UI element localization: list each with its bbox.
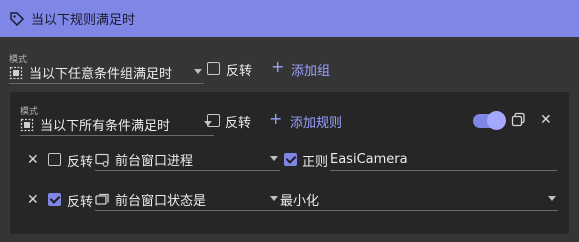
copy-icon[interactable] (511, 112, 526, 131)
tag-icon (9, 11, 25, 27)
remove-rule-close-icon[interactable]: ✕ (27, 193, 39, 207)
outer-invert-checkbox[interactable] (207, 62, 220, 75)
group-enabled-toggle[interactable] (473, 111, 506, 130)
rule2-state-value: 最小化 (280, 194, 320, 209)
group-mode-value: 当以下所有条件满足时 (40, 119, 171, 134)
chevron-down-icon (270, 156, 278, 161)
chevron-down-icon (194, 69, 202, 74)
outer-mode-value: 当以下任意条件组满足时 (29, 67, 173, 82)
rule1-regex-checkbox[interactable] (284, 153, 297, 166)
add-rule-button[interactable]: 添加规则 (290, 112, 342, 131)
dotted-square-icon (20, 118, 34, 132)
rule1-type-select[interactable]: 前台窗口进程 (95, 149, 280, 171)
group-invert-label: 反转 (225, 116, 252, 131)
rule2-type-select[interactable]: 前台窗口状态是 (95, 189, 280, 211)
rule1-regex-label: 正则 (302, 155, 329, 170)
outer-invert-label: 反转 (226, 64, 253, 79)
rule1-invert-checkbox[interactable] (48, 153, 61, 166)
condition-group-panel: 模式 当以下所有条件满足时 反转 + 添加规则 ✕ ✕ 反转 前台窗口进程 正则… (10, 92, 569, 234)
rule-header: 当以下规则满足时 (0, 0, 579, 37)
delete-group-close-icon[interactable]: ✕ (540, 113, 552, 127)
toggle-knob (487, 111, 506, 130)
rule1-type-value: 前台窗口进程 (115, 154, 194, 169)
group-invert-checkbox[interactable] (207, 114, 220, 127)
rule2-invert-checkbox[interactable] (48, 193, 61, 206)
add-group-button[interactable]: 添加组 (291, 60, 330, 79)
chevron-down-icon (270, 196, 278, 201)
rule2-type-value: 前台窗口状态是 (115, 194, 207, 209)
rule1-invert-label: 反转 (67, 155, 94, 170)
add-rule-plus-icon[interactable]: + (269, 111, 282, 127)
window-process-icon (95, 153, 109, 167)
rule2-state-select[interactable]: 最小化 (280, 189, 558, 211)
dotted-square-icon (9, 66, 23, 80)
rule1-value-text: EasiCamera (330, 152, 408, 167)
remove-rule-close-icon[interactable]: ✕ (27, 153, 39, 167)
outer-mode-select[interactable]: 当以下任意条件组满足时 (9, 62, 204, 84)
group-mode-select[interactable]: 当以下所有条件满足时 (20, 114, 214, 136)
add-group-plus-icon[interactable]: + (271, 59, 284, 75)
rule-header-title: 当以下规则满足时 (31, 13, 136, 28)
rule1-value-input[interactable]: EasiCamera (330, 149, 557, 171)
chevron-down-icon (548, 196, 556, 201)
rule2-invert-label: 反转 (67, 195, 94, 210)
window-state-icon (95, 193, 109, 207)
